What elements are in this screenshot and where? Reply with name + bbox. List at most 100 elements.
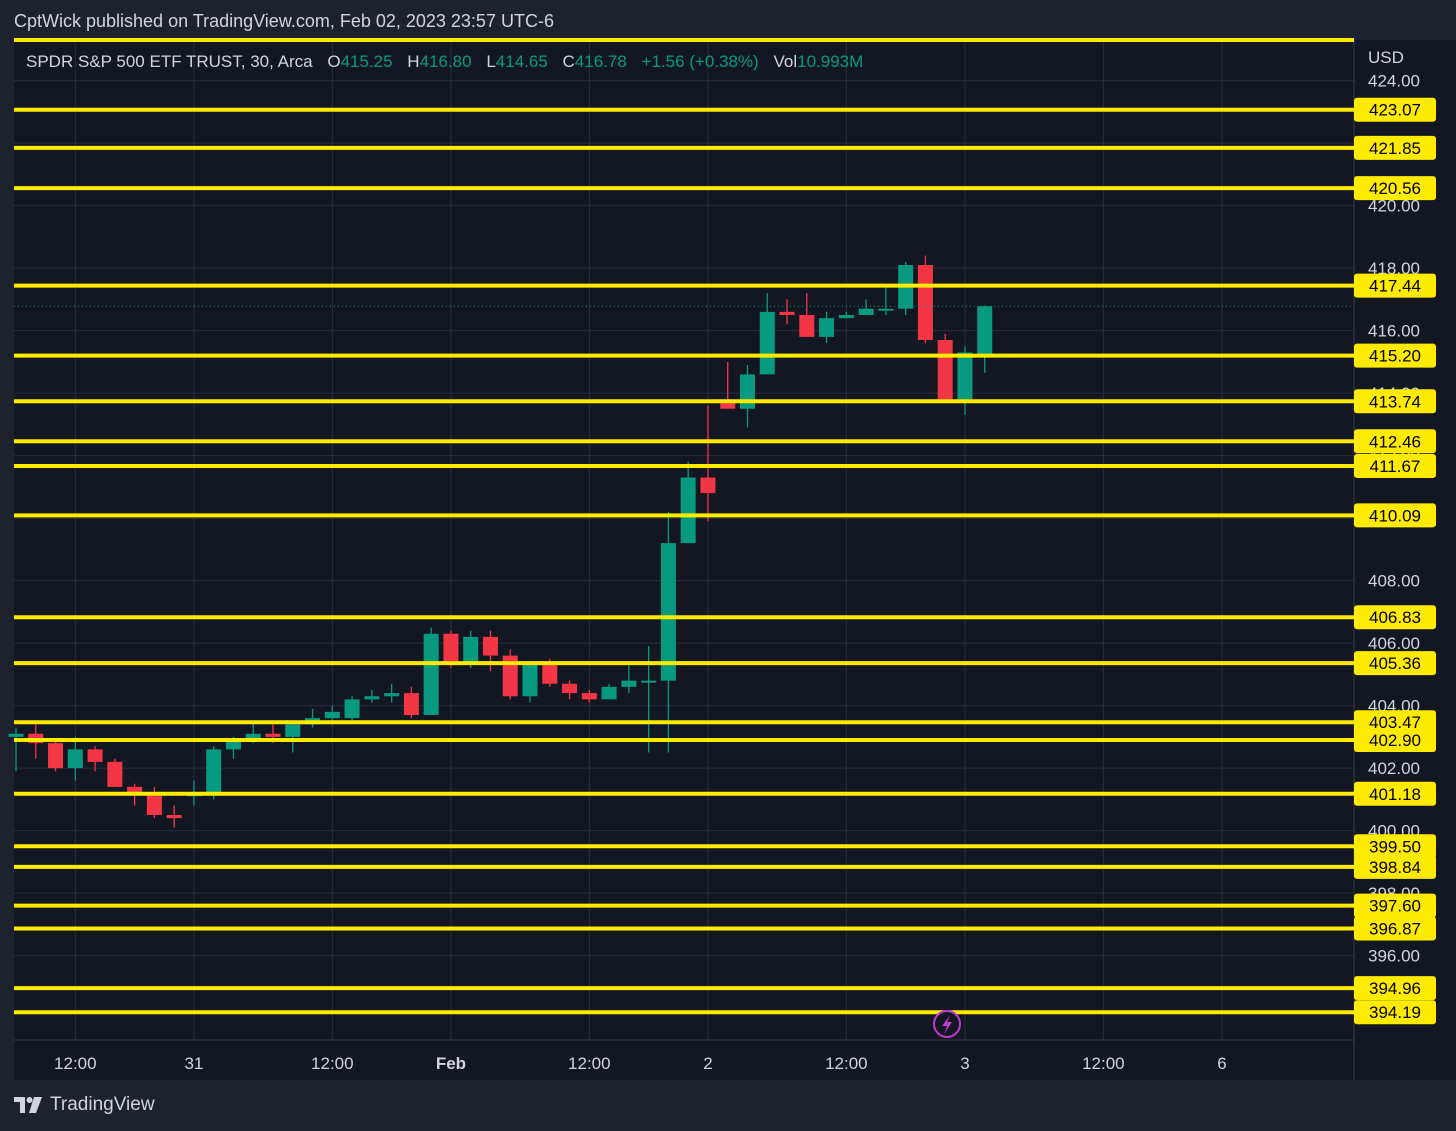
candle	[48, 740, 64, 772]
level-price-tag: 397.60	[1354, 893, 1436, 918]
level-tag-label: 394.19	[1369, 1003, 1421, 1022]
price-tick-label: 416.00	[1368, 322, 1420, 341]
level-tag-label: 402.90	[1369, 731, 1421, 750]
candle-body	[917, 265, 933, 340]
price-tick-label: 408.00	[1368, 572, 1420, 591]
level-tag-label: 415.20	[1369, 347, 1421, 366]
candle-body	[107, 761, 123, 787]
level-tag-label: 410.09	[1369, 506, 1421, 525]
candle-body	[48, 743, 64, 769]
level-price-tag: 402.90	[1354, 728, 1436, 752]
tradingview-logo[interactable]: TradingView	[14, 1094, 155, 1116]
time-tick-label: 12:00	[311, 1054, 354, 1073]
candle	[502, 649, 518, 700]
level-price-tag: 410.09	[1354, 503, 1436, 528]
time-tick-label: 12:00	[568, 1054, 611, 1073]
price-tick-label: 406.00	[1368, 634, 1420, 653]
candle-body	[937, 340, 953, 400]
legend-open-value: 415.25	[341, 52, 393, 71]
candle-body	[641, 680, 657, 683]
price-tick-label: 402.00	[1368, 759, 1420, 778]
legend-change: +1.56 (+0.38%)	[642, 52, 759, 71]
candle-body	[522, 661, 538, 697]
legend-symbol: SPDR S&P 500 ETF TRUST, 30, Arca	[26, 52, 313, 71]
candle-body	[443, 633, 459, 665]
level-price-tag: 394.19	[1354, 1000, 1436, 1025]
candle-body	[838, 315, 854, 319]
candle-body	[739, 374, 755, 409]
level-tag-label: 413.74	[1369, 392, 1421, 411]
candle-body	[819, 318, 835, 337]
candle	[206, 746, 222, 800]
candle	[344, 696, 360, 722]
candle-body	[403, 693, 419, 715]
time-tick-label: 6	[1217, 1054, 1226, 1073]
tradingview-logo-icon	[14, 1097, 42, 1113]
candle-body	[779, 311, 795, 315]
legend-low-value: 414.65	[496, 52, 548, 71]
level-tag-label: 398.84	[1369, 858, 1421, 877]
level-price-tag: 420.56	[1354, 176, 1436, 201]
level-price-tag: 412.46	[1354, 429, 1436, 454]
candle	[107, 758, 123, 787]
level-price-tag: 399.50	[1354, 834, 1436, 859]
candle-body	[700, 477, 716, 494]
candle-body	[799, 315, 815, 337]
candle-body	[146, 793, 162, 815]
price-tick-label: 424.00	[1368, 72, 1420, 91]
level-price-tag: 401.18	[1354, 781, 1436, 806]
legend-row: SPDR S&P 500 ETF TRUST, 30, Arca O415.25…	[26, 52, 863, 71]
time-tick-label: 2	[703, 1054, 712, 1073]
level-price-tag: 415.20	[1354, 343, 1436, 368]
time-tick-label: 12:00	[1082, 1054, 1125, 1073]
candle-body	[285, 724, 301, 737]
level-tag-label: 406.83	[1369, 608, 1421, 627]
chart-canvas[interactable]: 424.00422.00420.00418.00416.00414.00412.…	[0, 0, 1456, 1131]
candle-body	[463, 636, 479, 665]
level-price-tag: 411.67	[1354, 453, 1436, 478]
level-tag-label: 394.96	[1369, 979, 1421, 998]
candle	[898, 261, 914, 315]
time-tick-label: 12:00	[825, 1054, 868, 1073]
level-price-tag: 396.87	[1354, 916, 1436, 941]
legend-close-label: C	[563, 52, 575, 71]
level-tag-label: 421.85	[1369, 139, 1421, 158]
legend-low-label: L	[486, 52, 495, 71]
candle-body	[542, 661, 558, 684]
candle-body	[680, 477, 696, 544]
lightning-icon[interactable]	[933, 1010, 961, 1038]
level-tag-label: 396.87	[1369, 919, 1421, 938]
level-price-tag: 405.36	[1354, 651, 1436, 676]
candle	[917, 255, 933, 344]
level-price-tag: 406.83	[1354, 605, 1436, 630]
level-price-tag: 413.74	[1354, 389, 1436, 414]
candle-body	[858, 308, 874, 315]
legend-high-label: H	[407, 52, 419, 71]
level-price-tag: 417.44	[1354, 273, 1436, 298]
level-tag-label: 417.44	[1369, 277, 1421, 296]
level-tag-label: 405.36	[1369, 654, 1421, 673]
candle-body	[67, 749, 83, 769]
level-price-tag: 398.84	[1354, 854, 1436, 879]
candle-body	[206, 749, 222, 794]
candle-body	[87, 749, 103, 762]
candle-body	[482, 636, 498, 656]
level-tag-label: 420.56	[1369, 179, 1421, 198]
level-tag-label: 423.07	[1369, 101, 1421, 120]
legend-close-value: 416.78	[575, 52, 627, 71]
candle-body	[423, 633, 439, 715]
time-tick-label: 31	[184, 1054, 203, 1073]
candle-body	[621, 680, 637, 687]
candle-body	[364, 696, 380, 700]
level-tag-label: 397.60	[1369, 897, 1421, 916]
level-tag-label: 412.46	[1369, 432, 1421, 451]
candle-body	[957, 352, 973, 400]
time-tick-label: Feb	[436, 1054, 466, 1073]
level-tag-label: 399.50	[1369, 837, 1421, 856]
legend-high-value: 416.80	[420, 52, 472, 71]
legend-vol-value: 10.993M	[797, 52, 863, 71]
time-tick-label: 3	[960, 1054, 969, 1073]
candle-body	[166, 815, 182, 819]
legend-vol-label: Vol	[773, 52, 797, 71]
level-price-tag: 423.07	[1354, 97, 1436, 122]
